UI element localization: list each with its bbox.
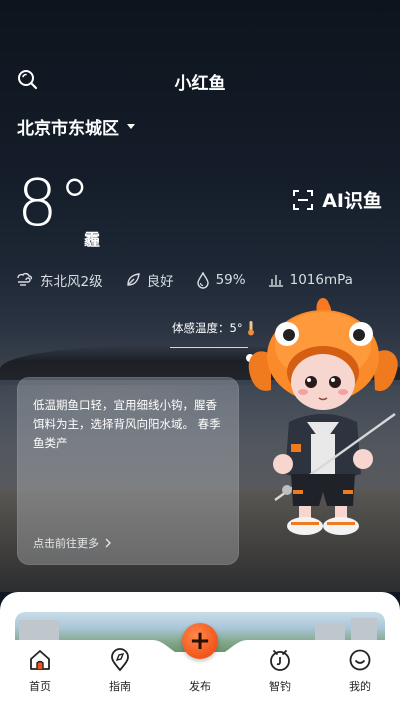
chevron-right-icon	[105, 538, 111, 548]
chevron-down-icon	[127, 124, 135, 129]
ai-button-label: AI识鱼	[322, 190, 382, 212]
pressure-stat: 1016mPa	[268, 272, 353, 288]
tab-guide[interactable]: 指南	[90, 648, 150, 694]
home-icon	[30, 650, 50, 670]
tab-guide-label: 指南	[109, 680, 131, 693]
wind-value: 东北风2级	[40, 274, 103, 290]
smart-fishing-icon	[270, 650, 290, 671]
tab-home-label: 首页	[29, 680, 51, 693]
wind-stat: 东北风2级	[16, 270, 103, 290]
more-link[interactable]: 点击前往更多	[33, 535, 111, 551]
humidity-value: 59%	[215, 272, 246, 288]
air-quality-value: 良好	[146, 274, 174, 290]
feels-like-label: 体感温度：5°	[172, 320, 255, 336]
app-title: 小红鱼	[174, 74, 226, 94]
humidity-stat: 59%	[196, 271, 246, 289]
temperature-value: 8°	[17, 167, 92, 241]
location-label: 北京市东城区	[17, 119, 119, 139]
tab-smart-fishing-label: 智钓	[269, 680, 291, 693]
pressure-gauge-icon	[268, 275, 283, 287]
compass-pin-icon	[111, 648, 129, 672]
droplet-icon	[196, 271, 209, 289]
tab-profile-label: 我的	[349, 680, 371, 693]
more-link-label: 点击前往更多	[33, 537, 99, 550]
tab-profile[interactable]: 我的	[330, 648, 390, 694]
weather-stats: 东北风2级 良好 59% 1016mPa	[16, 270, 375, 290]
weather-condition: 霾	[84, 230, 101, 249]
plus-icon: +	[189, 626, 211, 656]
feels-like-pointer-line	[170, 347, 248, 348]
leaf-icon	[126, 273, 140, 286]
scan-icon	[293, 189, 314, 210]
fish-mascot-illustration	[248, 298, 398, 535]
wind-icon	[17, 272, 33, 286]
publish-button[interactable]: +	[182, 623, 218, 659]
feels-like-text: 体感温度：5°	[172, 321, 243, 335]
location-selector[interactable]: 北京市东城区	[17, 114, 135, 139]
fishing-tip-card[interactable]: 低温期鱼口轻，宜用细线小钩，腥香饵料为主，选择背风向阳水域。 春季鱼类产 点击前…	[17, 377, 239, 565]
tab-publish-label: 发布	[189, 680, 211, 693]
tab-smart-fishing[interactable]: 智钓	[250, 648, 310, 694]
pressure-value: 1016mPa	[289, 272, 353, 288]
fishing-tip-text: 低温期鱼口轻，宜用细线小钩，腥香饵料为主，选择背风向阳水域。 春季鱼类产	[33, 398, 221, 450]
top-bar: 小红鱼	[0, 60, 400, 96]
ai-fish-identify-button[interactable]: AI识鱼	[292, 186, 382, 213]
air-quality-stat: 良好	[125, 270, 174, 290]
tab-home[interactable]: 首页	[10, 648, 70, 694]
profile-icon	[349, 649, 371, 671]
